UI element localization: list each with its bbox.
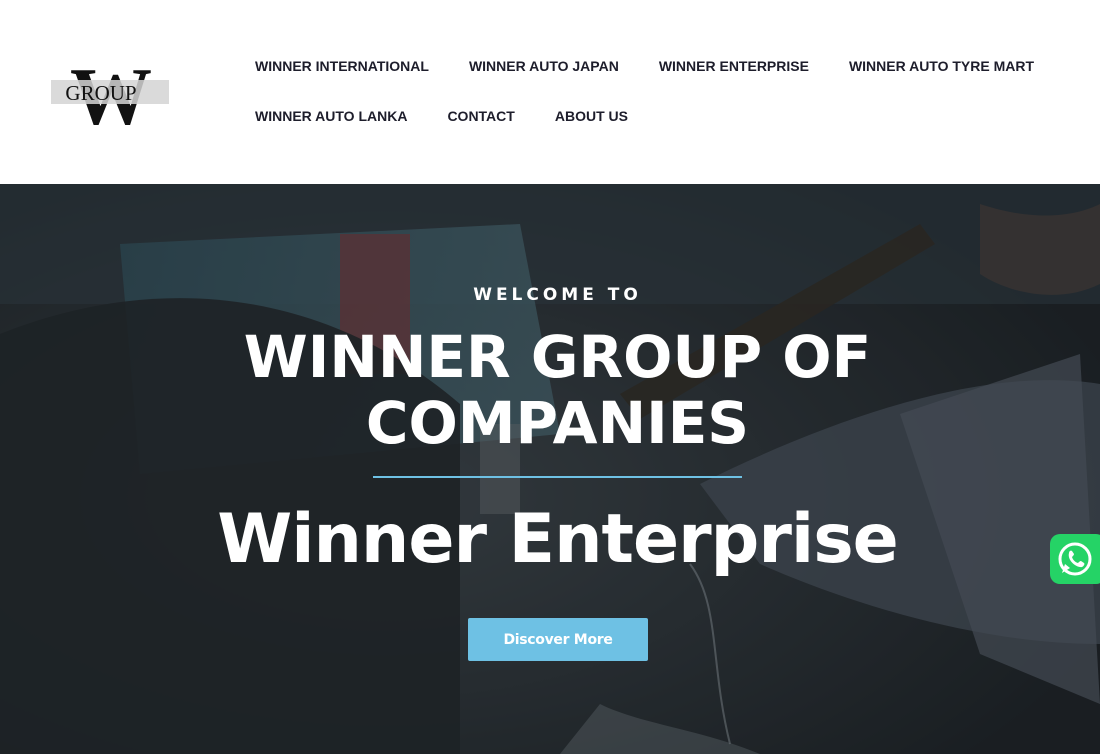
main-navigation: WINNER INTERNATIONAL WINNER AUTO JAPAN W… [255, 55, 1055, 155]
svg-text:GROUP: GROUP [65, 81, 136, 105]
nav-winner-auto-japan[interactable]: WINNER AUTO JAPAN [469, 55, 619, 77]
nav-contact[interactable]: CONTACT [447, 105, 514, 127]
whatsapp-chat-button[interactable] [1050, 534, 1100, 584]
nav-winner-enterprise[interactable]: WINNER ENTERPRISE [659, 55, 809, 77]
discover-more-button[interactable]: Discover More [468, 618, 648, 661]
whatsapp-icon [1050, 534, 1100, 584]
hero-section: WELCOME TO WINNER GROUP OF COMPANIES Win… [0, 184, 1100, 754]
nav-winner-auto-lanka[interactable]: WINNER AUTO LANKA [255, 105, 407, 127]
headline-line-1: WINNER GROUP OF [243, 323, 872, 391]
headline-divider [373, 476, 742, 478]
headline-line-2: COMPANIES [365, 389, 750, 457]
nav-row-2: WINNER AUTO LANKA CONTACT ABOUT US [255, 105, 1055, 127]
subbrand-title: Winner Enterprise [217, 500, 899, 579]
nav-winner-auto-tyre-mart[interactable]: WINNER AUTO TYRE MART [849, 55, 1034, 77]
hero-content: WELCOME TO WINNER GROUP OF COMPANIES Win… [0, 184, 1100, 754]
hero-headline: WINNER GROUP OF COMPANIES [150, 324, 965, 456]
nav-about-us[interactable]: ABOUT US [555, 105, 628, 127]
site-logo[interactable]: W GROUP [51, 62, 171, 130]
welcome-eyebrow: WELCOME TO [473, 285, 642, 305]
winner-group-logo: W GROUP [51, 62, 169, 130]
site-header: W GROUP WINNER INTERNATIONAL WINNER AUTO… [0, 0, 1100, 184]
nav-row-1: WINNER INTERNATIONAL WINNER AUTO JAPAN W… [255, 55, 1055, 77]
nav-winner-international[interactable]: WINNER INTERNATIONAL [255, 55, 429, 77]
